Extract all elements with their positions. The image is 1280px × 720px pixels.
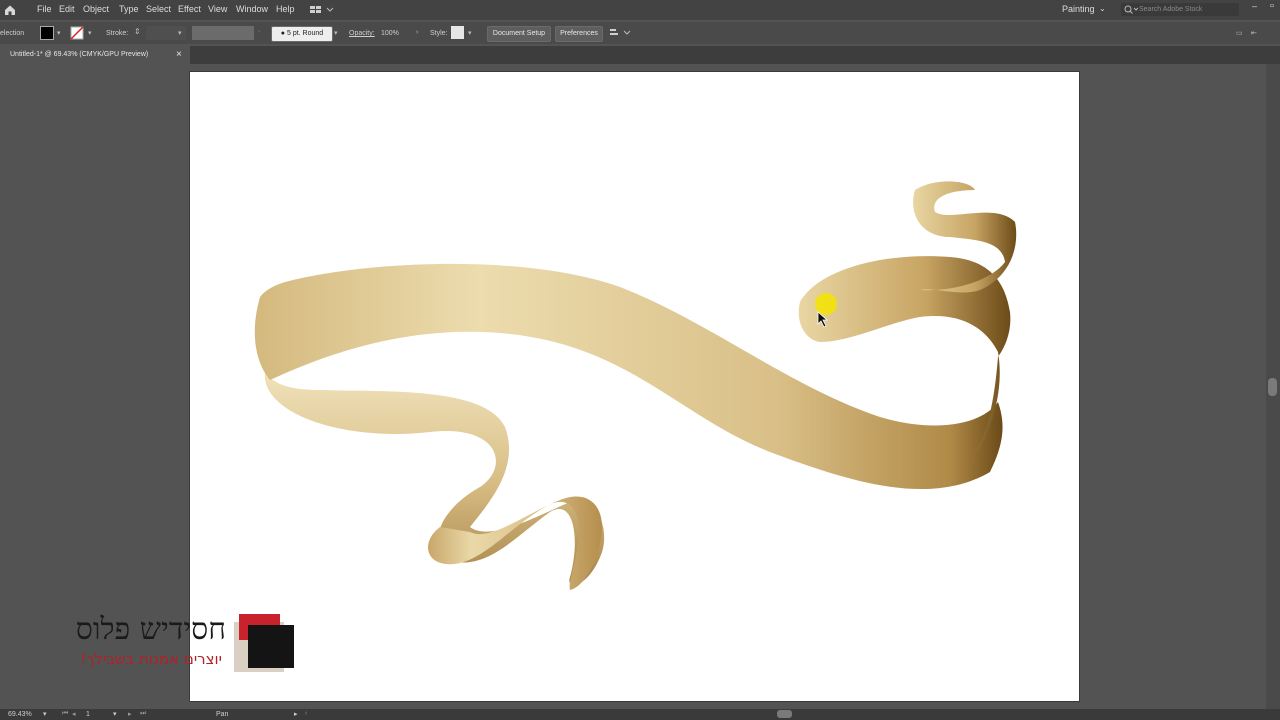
chevron-down-icon[interactable]: ▾	[88, 29, 92, 37]
chevron-down-icon[interactable]: ▾	[468, 29, 472, 37]
next-artboard-icon[interactable]: ▸	[128, 710, 132, 718]
fill-swatch[interactable]	[40, 26, 54, 40]
panel-menu-icon[interactable]: ▭	[1236, 29, 1243, 37]
first-artboard-icon[interactable]: ⏮	[62, 710, 68, 718]
chevron-down-icon[interactable]: ▾	[178, 29, 182, 37]
brush-definition-dropdown[interactable]: ● 5 pt. Round	[271, 26, 333, 42]
menu-object[interactable]: Object	[83, 4, 109, 14]
menu-file[interactable]: File	[37, 4, 52, 14]
close-icon[interactable]: ×	[176, 46, 182, 64]
document-tab-bar: Untitled-1* @ 69.43% (CMYK/GPU Preview) …	[0, 46, 1280, 64]
last-artboard-icon[interactable]: ⏭	[140, 710, 146, 718]
brush-dot-icon: ●	[280, 30, 286, 37]
chevron-right-icon[interactable]: ▸	[294, 710, 298, 718]
artboard-number[interactable]: 1	[86, 711, 90, 718]
menu-select[interactable]: Select	[146, 4, 171, 14]
panel-options-icon[interactable]: ⇤	[1251, 29, 1257, 37]
current-tool: Pan	[216, 711, 229, 718]
style-label: Style:	[430, 30, 448, 37]
menu-type[interactable]: Type	[119, 4, 139, 14]
home-icon[interactable]	[4, 4, 16, 16]
menu-window[interactable]: Window	[236, 4, 268, 14]
logo-black-square	[248, 625, 294, 668]
menu-bar: File Edit Object Type Select Effect View…	[0, 0, 1280, 20]
dot-icon: ·	[258, 28, 261, 35]
menu-effect[interactable]: Effect	[178, 4, 201, 14]
stroke-label: Stroke:	[106, 30, 129, 37]
preferences-button[interactable]: Preferences	[555, 26, 603, 42]
maximize-icon[interactable]: ▫	[1270, 0, 1274, 12]
align-icon[interactable]	[610, 28, 632, 38]
stock-search-input[interactable]: Search Adobe Stock	[1121, 3, 1239, 16]
chevron-down-icon[interactable]: ▾	[334, 29, 338, 37]
selection-label: election	[0, 30, 25, 37]
brush-label: 5 pt. Round	[286, 30, 324, 37]
chevron-left-icon[interactable]: ‹	[305, 710, 307, 717]
menu-edit[interactable]: Edit	[59, 4, 75, 14]
document-tab-title: Untitled-1* @ 69.43% (CMYK/GPU Preview)	[10, 51, 149, 58]
status-bar: 69.43% ▾ ⏮ ◂ 1 ▾ ▸ ⏭ Pan ▸ ‹	[0, 709, 1280, 720]
ribbon-banner-artwork[interactable]: גיל ונשיש בזאת התורה כי היא לנו עוז ואור…	[190, 72, 1079, 701]
previous-artboard-icon[interactable]: ◂	[72, 710, 76, 718]
opacity-label[interactable]: Opacity:	[349, 30, 375, 37]
arrange-documents-icon[interactable]	[310, 4, 334, 16]
vertical-scroll-thumb[interactable]	[1268, 378, 1277, 396]
workspace-switcher[interactable]: Painting	[1062, 4, 1095, 14]
document-tab[interactable]: Untitled-1* @ 69.43% (CMYK/GPU Preview) …	[0, 46, 190, 64]
logo-title: חסידיש פלוס	[75, 612, 226, 647]
variable-width-profile[interactable]	[192, 26, 254, 40]
banner-hebrew-text: גיל ונשיש בזאת התורה כי היא לנו עוז ואור…	[190, 72, 203, 81]
chevron-down-icon[interactable]: ▾	[113, 710, 117, 718]
opacity-value[interactable]: 100%	[381, 30, 399, 37]
logo-subtitle: יוצרים אמנות בשבילך!	[80, 650, 222, 668]
horizontal-scroll-thumb[interactable]	[777, 710, 792, 718]
cursor-highlight-icon	[815, 293, 837, 328]
menu-help[interactable]: Help	[276, 4, 295, 14]
chevron-down-icon[interactable]: ▾	[57, 29, 61, 37]
chevron-right-icon[interactable]: ›	[416, 29, 418, 36]
minimize-icon[interactable]: –	[1252, 1, 1257, 11]
stroke-none-swatch-icon[interactable]	[70, 26, 84, 40]
zoom-level[interactable]: 69.43%	[8, 711, 32, 718]
chevron-down-icon[interactable]: ⌄	[1099, 4, 1106, 13]
chevron-down-icon[interactable]: ▾	[43, 710, 47, 718]
stroke-stepper-icon[interactable]: ⇕	[134, 27, 141, 36]
search-placeholder: Search Adobe Stock	[1139, 6, 1203, 13]
document-setup-button[interactable]: Document Setup	[487, 26, 551, 42]
menu-view[interactable]: View	[208, 4, 227, 14]
control-bar: election ▾ ▾ Stroke: ⇕ ▾ · ● 5 pt. Round…	[0, 22, 1280, 44]
search-icon	[1124, 5, 1138, 14]
graphic-style-swatch[interactable]	[451, 26, 464, 39]
